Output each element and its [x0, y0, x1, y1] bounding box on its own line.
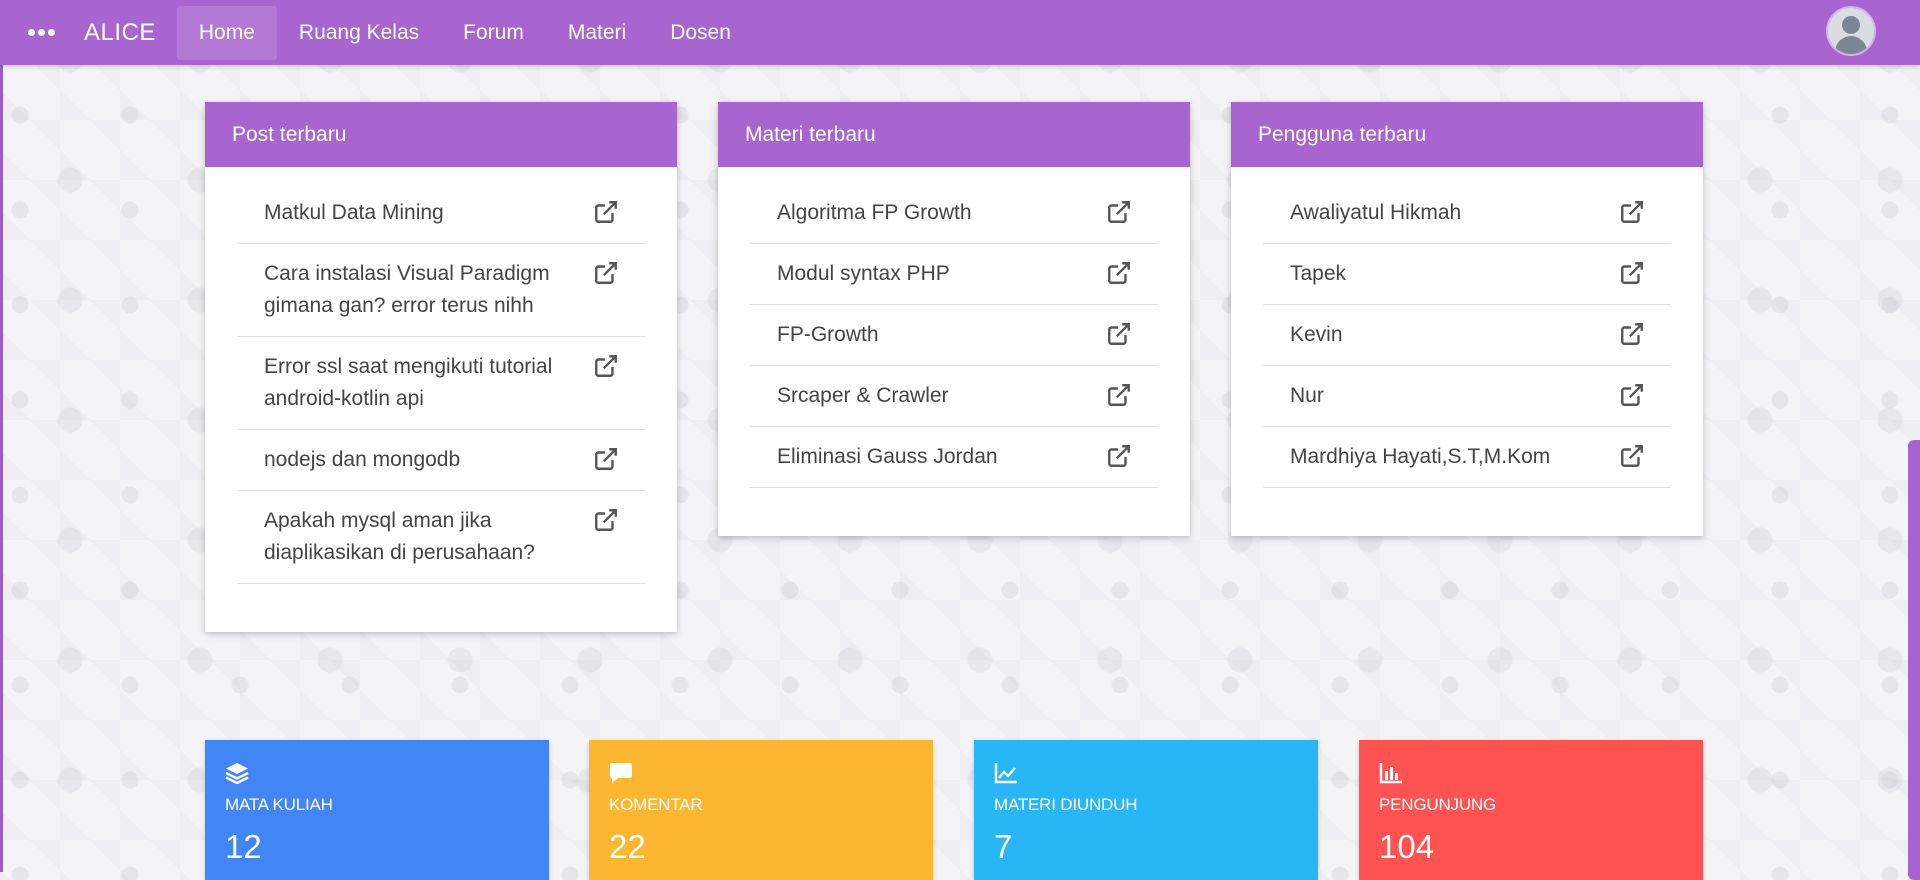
external-link-icon[interactable]: [593, 507, 619, 533]
card-title: Pengguna terbaru: [1231, 102, 1703, 167]
post-title[interactable]: Error ssl saat mengikuti tutorial androi…: [264, 355, 552, 410]
list-item: Error ssl saat mengikuti tutorial androi…: [237, 337, 645, 430]
nav-forum[interactable]: Forum: [441, 6, 546, 60]
stat-label: MATA KULIAH: [225, 795, 333, 814]
list-item: Cara instalasi Visual Paradigm gimana ga…: [237, 244, 645, 337]
external-link-icon[interactable]: [593, 353, 619, 379]
post-title[interactable]: Apakah mysql aman jika diaplikasikan di …: [264, 509, 535, 564]
stat-label: MATERI DIUNDUH: [994, 795, 1138, 814]
stat-label: PENGUNJUNG: [1379, 795, 1497, 814]
menu-dots-icon[interactable]: [28, 29, 56, 36]
external-link-icon[interactable]: [593, 199, 619, 225]
list-item: Srcaper & Crawler: [750, 366, 1158, 427]
materi-title[interactable]: Modul syntax PHP: [777, 262, 950, 285]
external-link-icon[interactable]: [1106, 443, 1132, 469]
area-chart-icon: [994, 763, 1017, 784]
card-post-terbaru: Post terbaru Matkul Data Mining Cara ins…: [205, 102, 677, 632]
stat-materi-diunduh[interactable]: MATERI DIUNDUH 7: [974, 740, 1318, 880]
post-title[interactable]: Cara instalasi Visual Paradigm gimana ga…: [264, 262, 550, 317]
external-link-icon[interactable]: [593, 260, 619, 286]
page-scrollbar[interactable]: [1908, 440, 1920, 880]
comment-icon: [610, 763, 632, 783]
nav-dosen[interactable]: Dosen: [648, 6, 753, 60]
nav-ruang-kelas[interactable]: Ruang Kelas: [277, 6, 441, 60]
card-title: Post terbaru: [205, 102, 677, 167]
materi-title[interactable]: Algoritma FP Growth: [777, 201, 972, 224]
top-navbar: ALICE Home Ruang Kelas Forum Materi Dose…: [0, 0, 1920, 65]
user-name[interactable]: Tapek: [1290, 262, 1346, 285]
stat-value: 22: [609, 828, 646, 865]
post-title[interactable]: nodejs dan mongodb: [264, 448, 460, 471]
post-list: Matkul Data Mining Cara instalasi Visual…: [205, 167, 677, 632]
brand-logo[interactable]: ALICE: [84, 19, 156, 47]
bar-chart-icon: [1379, 763, 1402, 784]
stat-label: KOMENTAR: [609, 795, 703, 814]
list-item: Modul syntax PHP: [750, 244, 1158, 305]
list-item: Algoritma FP Growth: [750, 183, 1158, 244]
list-item: Matkul Data Mining: [237, 183, 645, 244]
list-item: Nur: [1263, 366, 1671, 427]
list-item: Apakah mysql aman jika diaplikasikan di …: [237, 491, 645, 584]
stat-value: 12: [225, 828, 262, 865]
external-link-icon[interactable]: [1619, 382, 1645, 408]
user-avatar[interactable]: [1828, 8, 1874, 54]
materi-title[interactable]: Eliminasi Gauss Jordan: [777, 445, 998, 468]
external-link-icon[interactable]: [593, 446, 619, 472]
user-name[interactable]: Kevin: [1290, 323, 1343, 346]
stat-value: 104: [1379, 828, 1435, 865]
avatar-body: [1835, 36, 1867, 54]
materi-title[interactable]: FP-Growth: [777, 323, 879, 346]
stat-mata-kuliah[interactable]: MATA KULIAH 12: [205, 740, 549, 880]
stat-komentar[interactable]: KOMENTAR 22: [589, 740, 933, 880]
list-item: Awaliyatul Hikmah: [1263, 183, 1671, 244]
list-item: Eliminasi Gauss Jordan: [750, 427, 1158, 488]
external-link-icon[interactable]: [1619, 260, 1645, 286]
list-item: FP-Growth: [750, 305, 1158, 366]
post-title[interactable]: Matkul Data Mining: [264, 201, 444, 224]
stat-value: 7: [994, 828, 1013, 865]
list-item: nodejs dan mongodb: [237, 430, 645, 491]
nav-materi[interactable]: Materi: [546, 6, 648, 60]
external-link-icon[interactable]: [1106, 382, 1132, 408]
user-name[interactable]: Nur: [1290, 384, 1324, 407]
list-item: Mardhiya Hayati,S.T,M.Kom: [1263, 427, 1671, 488]
external-link-icon[interactable]: [1106, 260, 1132, 286]
layers-icon: [225, 763, 249, 784]
page-edge: [0, 0, 3, 872]
nav-links: Home Ruang Kelas Forum Materi Dosen: [176, 5, 753, 60]
card-pengguna-terbaru: Pengguna terbaru Awaliyatul Hikmah Tapek…: [1231, 102, 1703, 536]
materi-list: Algoritma FP Growth Modul syntax PHP FP-…: [718, 167, 1190, 536]
list-item: Tapek: [1263, 244, 1671, 305]
user-name[interactable]: Awaliyatul Hikmah: [1290, 201, 1461, 224]
user-name[interactable]: Mardhiya Hayati,S.T,M.Kom: [1290, 445, 1550, 468]
list-item: Kevin: [1263, 305, 1671, 366]
external-link-icon[interactable]: [1106, 321, 1132, 347]
card-title: Materi terbaru: [718, 102, 1190, 167]
external-link-icon[interactable]: [1619, 321, 1645, 347]
nav-home[interactable]: Home: [176, 5, 277, 60]
stat-pengunjung[interactable]: PENGUNJUNG 104: [1359, 740, 1703, 880]
materi-title[interactable]: Srcaper & Crawler: [777, 384, 949, 407]
pengguna-list: Awaliyatul Hikmah Tapek Kevin Nur Mardhi…: [1231, 167, 1703, 536]
external-link-icon[interactable]: [1106, 199, 1132, 225]
external-link-icon[interactable]: [1619, 443, 1645, 469]
external-link-icon[interactable]: [1619, 199, 1645, 225]
avatar-head: [1842, 16, 1860, 34]
card-materi-terbaru: Materi terbaru Algoritma FP Growth Modul…: [718, 102, 1190, 536]
